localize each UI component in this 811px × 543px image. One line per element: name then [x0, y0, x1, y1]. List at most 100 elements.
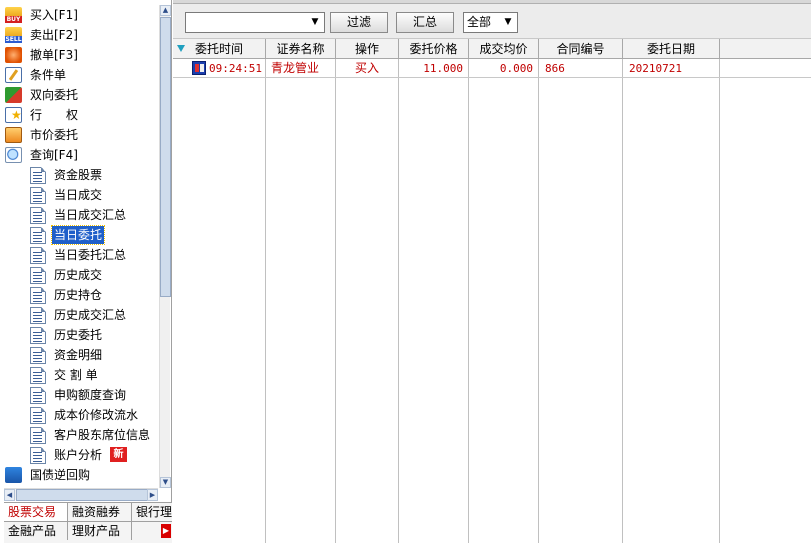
scroll-thumb[interactable]: [16, 489, 148, 501]
table-row[interactable]: 09:24:51 青龙管业 买入 11.000 0.000 866 202107…: [173, 60, 811, 78]
column-header-order-date[interactable]: 委托日期: [623, 39, 720, 59]
scope-select[interactable]: 全部 ▼: [463, 12, 518, 33]
cell-order-date: 20210721: [629, 62, 682, 75]
document-icon: [30, 247, 46, 264]
query-item-settlement[interactable]: 交 割 单: [2, 365, 158, 385]
document-icon: [30, 267, 46, 284]
scroll-up-icon[interactable]: ▲: [160, 5, 171, 16]
tab-financial-products[interactable]: 金融产品: [4, 522, 68, 540]
query-item-funds-stocks[interactable]: 资金股票: [2, 165, 158, 185]
scroll-right-icon[interactable]: ▶: [147, 489, 158, 501]
tab-wealth-products[interactable]: 理财产品: [68, 522, 132, 540]
nav-bond-repo[interactable]: 国债逆回购: [2, 465, 158, 485]
query-item-label: 当日成交: [54, 188, 103, 202]
query-item-label: 申购额度查询: [54, 388, 127, 402]
document-icon: [30, 227, 46, 244]
query-item-account-analysis[interactable]: 账户分析 新: [2, 445, 158, 465]
query-item-label: 历史持仓: [54, 288, 103, 302]
document-icon: [30, 387, 46, 404]
column-divider: [538, 59, 539, 543]
nav-buy[interactable]: 买入[F1]: [2, 5, 158, 25]
market-order-icon: [5, 127, 22, 143]
tree-vertical-scrollbar[interactable]: ▲ ▼: [159, 5, 171, 488]
tabs-more-arrow-icon[interactable]: ▶: [161, 524, 171, 538]
query-item-label: 当日委托汇总: [54, 248, 127, 262]
column-header-order-time[interactable]: 委托时间: [173, 39, 266, 59]
query-item-history-orders[interactable]: 历史委托: [2, 325, 158, 345]
nav-conditional-label: 条件单: [30, 68, 67, 82]
column-divider: [719, 59, 720, 543]
tab-margin-trading[interactable]: 融资融券: [68, 503, 132, 521]
bond-repo-icon: [5, 467, 22, 483]
column-header-security-name[interactable]: 证券名称: [266, 39, 336, 59]
nav-market[interactable]: 市价委托: [2, 125, 158, 145]
query-item-label: 当日委托: [50, 225, 106, 245]
nav-cancel-label: 撤单[F3]: [30, 48, 78, 62]
nav-exercise[interactable]: 行 权: [2, 105, 158, 125]
query-item-label: 账户分析: [54, 448, 103, 462]
query-item-label: 交 割 单: [54, 368, 98, 382]
query-item-today-orders-summary[interactable]: 当日委托汇总: [2, 245, 158, 265]
filter-button[interactable]: 过滤: [330, 12, 388, 33]
row-status-icon: [192, 61, 206, 75]
nav-query-label: 查询[F4]: [30, 148, 78, 162]
query-item-label: 历史委托: [54, 328, 103, 342]
nav-sell-label: 卖出[F2]: [30, 28, 78, 42]
document-icon: [30, 167, 46, 184]
query-item-history-trades[interactable]: 历史成交: [2, 265, 158, 285]
document-icon: [30, 427, 46, 444]
document-icon: [30, 187, 46, 204]
query-item-history-positions[interactable]: 历史持仓: [2, 285, 158, 305]
exercise-icon: [5, 105, 22, 125]
tab-stock-trading[interactable]: 股票交易: [4, 503, 68, 521]
cell-security-name: 青龙管业: [271, 61, 320, 75]
query-item-today-trades-summary[interactable]: 当日成交汇总: [2, 205, 158, 225]
column-divider: [265, 59, 266, 543]
scope-select-value: 全部: [467, 15, 492, 29]
query-item-fund-details[interactable]: 资金明细: [2, 345, 158, 365]
query-item-shareholder-seat[interactable]: 客户股东席位信息: [2, 425, 158, 445]
query-item-label: 客户股东席位信息: [54, 428, 151, 442]
document-icon: [30, 327, 46, 344]
cell-avg-price: 0.000: [499, 62, 533, 75]
bottom-tabs-row2: 金融产品 理财产品 ▶: [4, 521, 172, 543]
query-item-today-orders[interactable]: 当日委托: [2, 225, 158, 245]
cancel-order-icon: [5, 47, 22, 63]
column-header-order-price[interactable]: 委托价格: [399, 39, 469, 59]
tree-horizontal-scrollbar[interactable]: ◀ ▶: [4, 488, 158, 501]
query-item-label: 历史成交汇总: [54, 308, 127, 322]
document-icon: [30, 207, 46, 224]
function-tree: 买入[F1] 卖出[F2] 撤单[F3] 条件单 双向委托 行 权: [2, 5, 158, 485]
stock-code-combo[interactable]: ▼: [185, 12, 325, 33]
trading-window: 买入[F1] 卖出[F2] 撤单[F3] 条件单 双向委托 行 权: [0, 0, 811, 543]
query-item-label: 成本价修改流水: [54, 408, 139, 422]
summary-button[interactable]: 汇总: [396, 12, 454, 33]
column-header-operation[interactable]: 操作: [336, 39, 399, 59]
query-item-today-trades[interactable]: 当日成交: [2, 185, 158, 205]
scroll-down-icon[interactable]: ▼: [160, 477, 171, 488]
scroll-left-icon[interactable]: ◀: [4, 489, 15, 501]
tab-bank-finance[interactable]: 银行理: [132, 503, 172, 521]
document-icon: [30, 347, 46, 364]
nav-dual[interactable]: 双向委托: [2, 85, 158, 105]
dropdown-arrow-icon[interactable]: ▼: [308, 15, 322, 30]
column-divider: [622, 59, 623, 543]
nav-cancel[interactable]: 撤单[F3]: [2, 45, 158, 65]
nav-query[interactable]: 查询[F4]: [2, 145, 158, 165]
column-header-avg-price[interactable]: 成交均价: [469, 39, 539, 59]
dropdown-arrow-icon[interactable]: ▼: [501, 15, 515, 30]
column-header-contract-no[interactable]: 合同编号: [539, 39, 623, 59]
column-header-filler: [720, 39, 811, 59]
function-tree-panel: 买入[F1] 卖出[F2] 撤单[F3] 条件单 双向委托 行 权: [0, 0, 172, 543]
cell-order-time: 09:24:51: [209, 62, 262, 75]
query-item-subscription-quota[interactable]: 申购额度查询: [2, 385, 158, 405]
nav-sell[interactable]: 卖出[F2]: [2, 25, 158, 45]
document-icon: [30, 407, 46, 424]
query-item-history-trades-summary[interactable]: 历史成交汇总: [2, 305, 158, 325]
query-item-label: 资金明细: [54, 348, 103, 362]
query-item-cost-change-log[interactable]: 成本价修改流水: [2, 405, 158, 425]
nav-conditional[interactable]: 条件单: [2, 65, 158, 85]
bottom-tabs-row1: 股票交易 融资融券 银行理: [4, 502, 172, 521]
document-icon: [30, 287, 46, 304]
scroll-thumb[interactable]: [160, 17, 171, 297]
